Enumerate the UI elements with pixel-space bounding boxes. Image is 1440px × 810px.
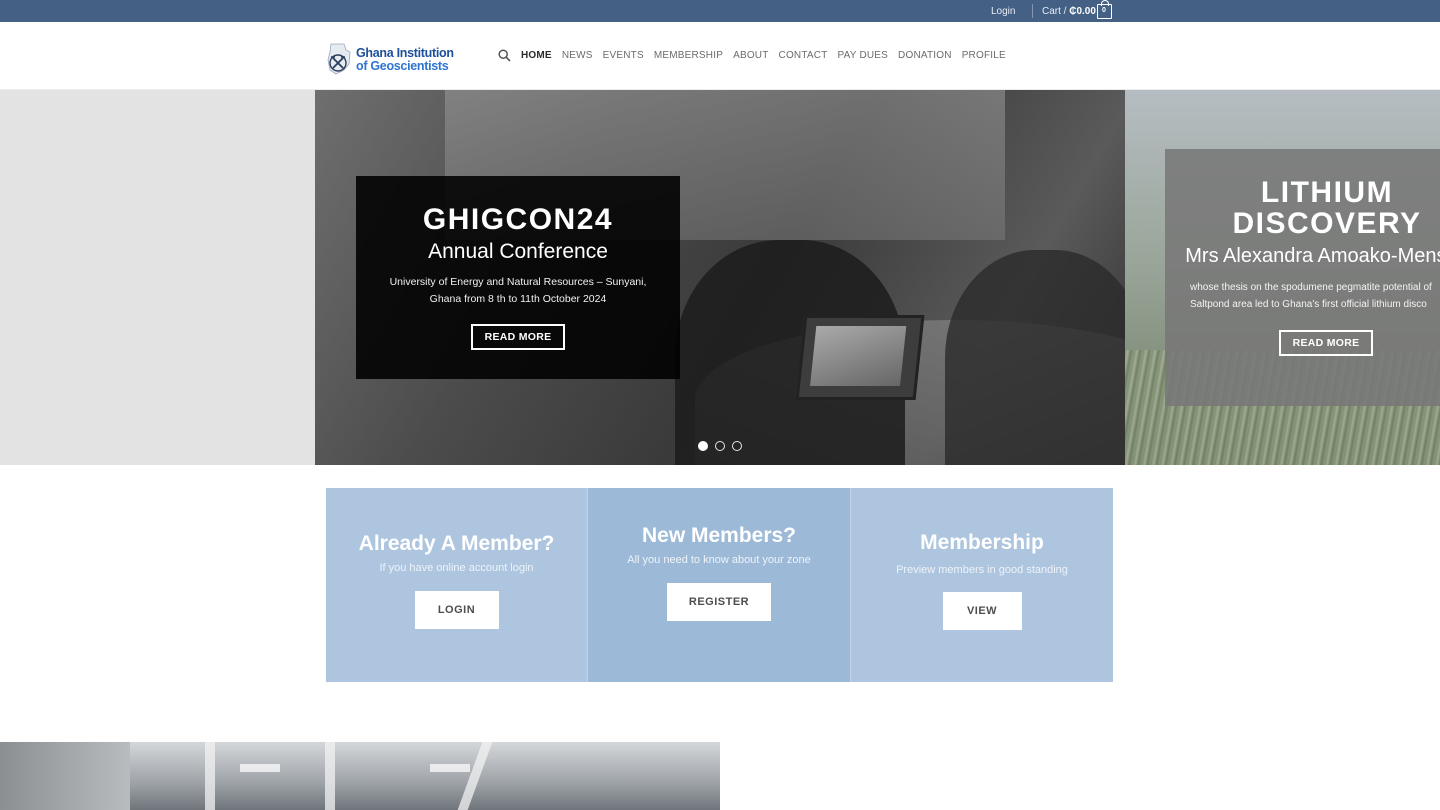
logo-emblem-icon	[327, 43, 351, 75]
nav-events[interactable]: EVENTS	[603, 50, 644, 61]
slider-dot-2[interactable]	[715, 441, 725, 451]
membership-text: Preview members in good standing	[896, 564, 1068, 576]
section-image-light	[240, 764, 280, 772]
section-image	[0, 742, 720, 810]
nav-home[interactable]: HOME	[521, 50, 552, 61]
member-boxes: Already A Member? If you have online acc…	[326, 488, 1114, 682]
existing-member-text: If you have online account login	[379, 562, 534, 574]
slide-subtitle: Annual Conference	[428, 240, 608, 263]
top-bar: Login Cart / ₵0.00 0	[0, 0, 1440, 22]
site-header: Ghana Institution of Geoscientists HOME …	[0, 22, 1440, 90]
new-member-box: New Members? All you need to know about …	[588, 488, 851, 682]
slide-next-text-line-1: whose thesis on the spodumene pegmatite …	[1190, 282, 1432, 293]
slide-next-title: LITHIUM DISCOVERY	[1232, 176, 1422, 240]
section-image-beam	[325, 742, 335, 810]
nav-pay-dues[interactable]: PAY DUES	[838, 50, 889, 61]
section-image-wall	[0, 742, 130, 810]
slide-next-text-line-2: Saltpond area led to Ghana's first offic…	[1190, 299, 1427, 310]
logo-line-2: of Geoscientists	[356, 59, 449, 73]
existing-member-box: Already A Member? If you have online acc…	[326, 488, 588, 682]
slide-text: University of Energy and Natural Resourc…	[389, 276, 647, 305]
cart-count: 0	[1102, 7, 1106, 14]
cart-link[interactable]: Cart / ₵0.00	[1042, 6, 1096, 17]
slide-photo-person	[945, 250, 1125, 465]
section-image-light	[430, 764, 470, 772]
cart-amount: ₵0.00	[1069, 6, 1096, 17]
logo-line-1: Ghana Institution	[356, 46, 454, 60]
slider-dot-3[interactable]	[732, 441, 742, 451]
view-button[interactable]: VIEW	[942, 592, 1022, 630]
slide-caption: GHIGCON24 Annual Conference University o…	[356, 176, 680, 379]
slider-dots	[315, 441, 1125, 451]
read-more-button-next[interactable]: READ MORE	[1278, 330, 1374, 356]
nav-profile[interactable]: PROFILE	[962, 50, 1006, 61]
top-bar-divider	[1032, 4, 1033, 18]
existing-member-title: Already A Member?	[358, 532, 555, 555]
slider-dot-1[interactable]	[698, 441, 708, 451]
new-member-text: All you need to know about your zone	[627, 554, 811, 566]
slide-photo-laptop	[795, 315, 925, 400]
new-member-title: New Members?	[641, 524, 797, 547]
logo-text: Ghana Institution of Geoscientists	[356, 47, 454, 73]
slide-next-subtitle: Mrs Alexandra Amoako-Mensah	[1185, 245, 1440, 267]
cart-label: Cart /	[1042, 6, 1067, 17]
top-login-link[interactable]: Login	[991, 6, 1015, 17]
search-icon[interactable]	[498, 49, 511, 62]
hero-slide-next[interactable]: LITHIUM DISCOVERY Mrs Alexandra Amoako-M…	[1125, 90, 1440, 465]
section-image-beam	[205, 742, 215, 810]
section-image-beam	[457, 742, 493, 810]
nav-about[interactable]: ABOUT	[733, 50, 768, 61]
nav-membership[interactable]: MEMBERSHIP	[654, 50, 723, 61]
main-nav: HOME NEWS EVENTS MEMBERSHIP ABOUT CONTAC…	[521, 50, 1006, 61]
slide-caption-next: LITHIUM DISCOVERY Mrs Alexandra Amoako-M…	[1165, 149, 1440, 406]
membership-title: Membership	[920, 531, 1044, 554]
cart-bag-icon[interactable]: 0	[1097, 0, 1112, 19]
hero-slide-current[interactable]: GHIGCON24 Annual Conference University o…	[315, 90, 1125, 465]
login-button[interactable]: LOGIN	[414, 591, 499, 629]
read-more-button[interactable]: READ MORE	[470, 324, 566, 350]
register-button[interactable]: REGISTER	[667, 583, 771, 621]
nav-news[interactable]: NEWS	[562, 50, 593, 61]
site-logo[interactable]: Ghana Institution of Geoscientists	[326, 40, 466, 78]
nav-donation[interactable]: DONATION	[898, 50, 952, 61]
slide-next-text: whose thesis on the spodumene pegmatite …	[1190, 279, 1440, 313]
nav-contact[interactable]: CONTACT	[779, 50, 828, 61]
membership-box: Membership Preview members in good stand…	[851, 488, 1113, 682]
slide-title: GHIGCON24	[422, 203, 614, 236]
